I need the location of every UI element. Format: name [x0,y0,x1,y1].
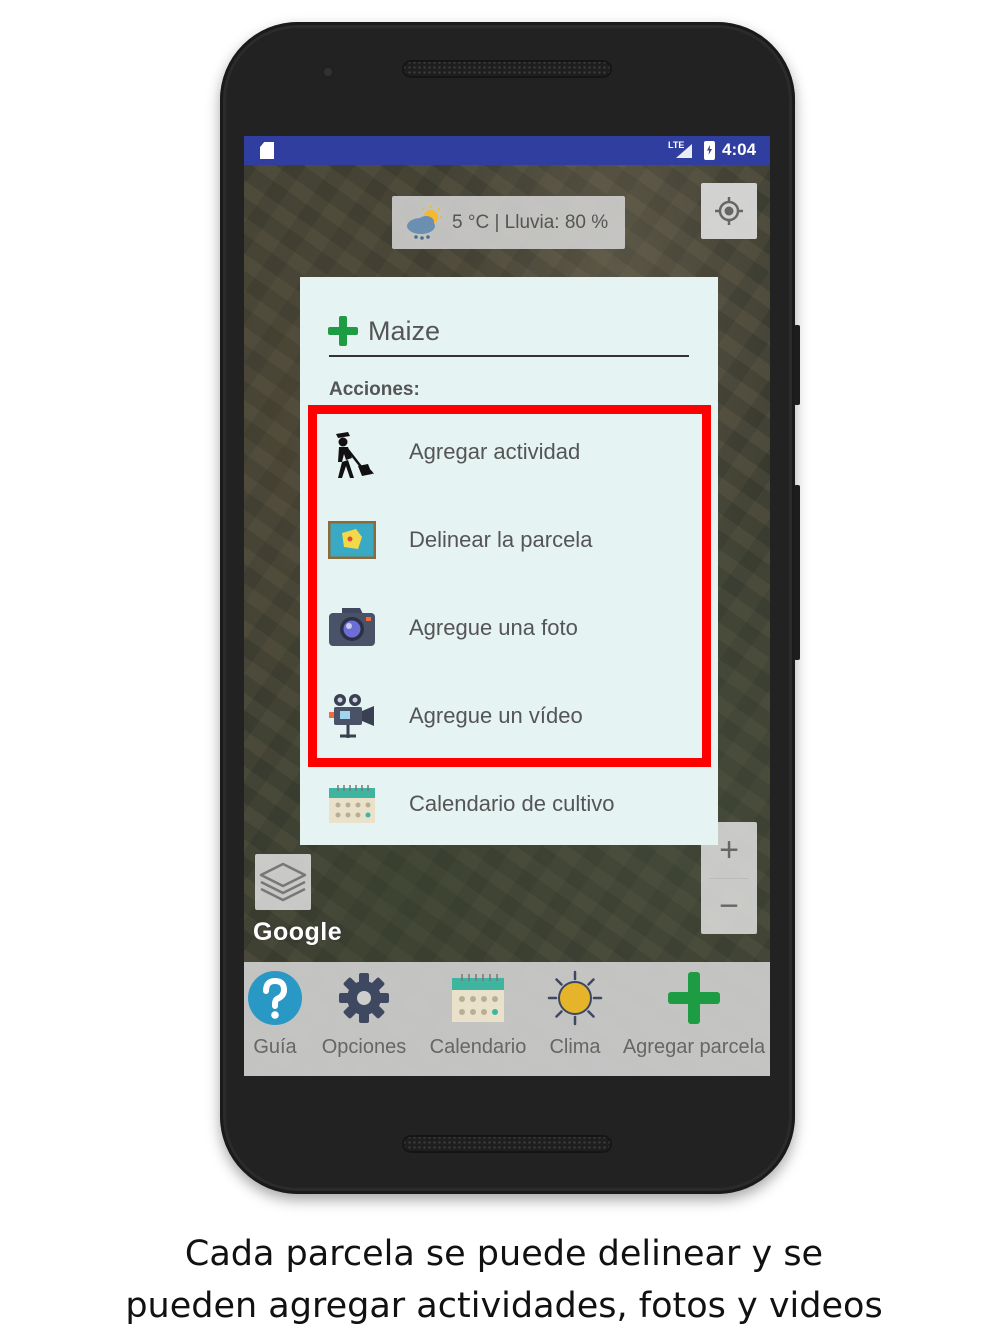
caption-line-2: pueden agregar actividades, fotos y vide… [125,1286,883,1326]
weather-cloud-rain-icon [404,205,444,241]
nav-label: Clima [549,1036,601,1058]
highlight-annotation [308,405,711,767]
top-speaker [402,60,612,78]
volume-button [794,485,800,660]
nav-label: Opciones [321,1036,407,1058]
nav-label: Calendario [429,1036,527,1058]
zoom-out-button[interactable]: − [701,878,757,934]
title-underline [329,355,689,357]
sun-icon [547,970,603,1026]
nav-calendario[interactable]: Calendario [428,962,528,1076]
power-button [794,325,800,405]
map-layers-button[interactable] [255,854,311,910]
google-attribution: Google [253,918,343,946]
caption: Cada parcela se puede delinear y se pued… [0,1228,1008,1332]
dialog-header: Maize [328,309,440,353]
action-calendario-cultivo[interactable]: Calendario de cultivo [328,774,688,834]
plus-icon [328,316,358,346]
help-icon [247,970,303,1026]
caption-line-1: Cada parcela se puede delinear y se [184,1234,824,1274]
bottom-navigation: Guía Opciones Calendario Clima Agregar p… [244,962,770,1076]
gear-icon [336,970,392,1026]
nav-agregar-parcela[interactable]: Agregar parcela [618,962,770,1076]
status-bar: LTE 4:04 [244,136,770,165]
network-type: LTE [668,140,685,150]
dialog-title: Maize [368,315,441,346]
battery-charging-icon [704,141,715,160]
nav-clima[interactable]: Clima [545,962,605,1076]
nav-label: Guía [253,1036,297,1058]
status-time: 4:04 [722,140,757,159]
section-label: Acciones: [329,379,420,400]
weather-summary[interactable]: 5 °C | Lluvia: 80 % [392,196,625,249]
crosshair-icon [715,197,743,225]
layers-icon [259,862,307,902]
calendar-icon [450,970,506,1026]
action-label: Calendario de cultivo [409,791,615,816]
nav-opciones[interactable]: Opciones [319,962,409,1076]
bottom-speaker [402,1135,612,1153]
plus-icon [666,970,722,1026]
weather-text: 5 °C | Lluvia: 80 % [452,211,609,233]
sd-card-icon [260,142,274,159]
calendar-icon [328,780,376,828]
nav-label: Agregar parcela [622,1036,766,1058]
my-location-button[interactable] [701,183,757,239]
front-camera [322,66,334,78]
nav-guia[interactable]: Guía [247,962,303,1076]
